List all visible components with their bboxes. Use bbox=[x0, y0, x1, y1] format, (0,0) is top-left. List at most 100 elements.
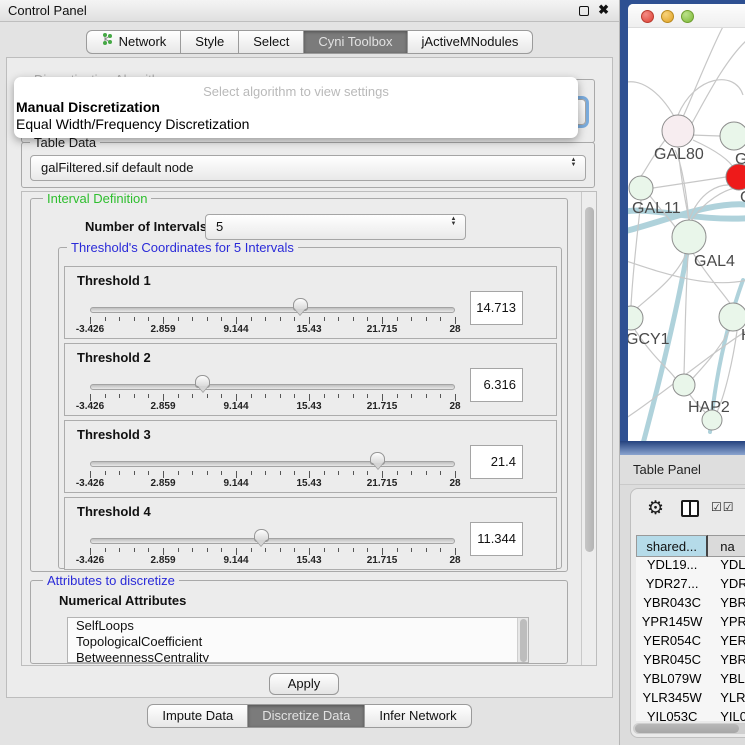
tick-mark bbox=[353, 471, 354, 475]
node-label: GCY1 bbox=[628, 331, 670, 348]
network-node[interactable] bbox=[702, 410, 722, 430]
tab-discretize-data[interactable]: Discretize Data bbox=[248, 704, 365, 728]
list-scrollbar[interactable] bbox=[517, 618, 528, 662]
tick-mark bbox=[382, 471, 383, 478]
tab-style[interactable]: Style bbox=[181, 30, 239, 54]
table-row[interactable]: YIL053CYIL0 bbox=[636, 709, 745, 721]
slider-thumb[interactable] bbox=[293, 298, 308, 310]
tab-jactivemnodules[interactable]: jActiveMNodules bbox=[408, 30, 534, 54]
tab-network[interactable]: Network bbox=[86, 30, 182, 54]
table-cell[interactable]: YLR345W bbox=[636, 690, 708, 709]
tick-mark bbox=[134, 394, 135, 398]
apply-button[interactable]: Apply bbox=[269, 673, 339, 695]
scrollbar-thumb[interactable] bbox=[585, 207, 594, 552]
slider-thumb[interactable] bbox=[370, 452, 385, 464]
network-node-gcy1[interactable] bbox=[628, 306, 643, 330]
table-cell[interactable]: YLR3 bbox=[708, 690, 745, 709]
slider-track[interactable] bbox=[90, 384, 455, 390]
tick-mark bbox=[294, 548, 295, 552]
tick-mark bbox=[148, 548, 149, 552]
horizontal-scrollbar[interactable] bbox=[633, 723, 745, 734]
table-row[interactable]: YLR345WYLR3 bbox=[636, 690, 745, 709]
column-header-name[interactable]: na bbox=[708, 535, 745, 557]
vertical-scrollbar[interactable] bbox=[581, 192, 596, 665]
table-cell[interactable]: YBR043C bbox=[636, 595, 708, 614]
dropdown-option-manual-discretization[interactable]: Manual Discretization bbox=[14, 99, 578, 116]
table-cell[interactable]: YER054C bbox=[636, 633, 708, 652]
table-cell[interactable]: YPR1 bbox=[708, 614, 745, 633]
table-cell[interactable]: YBL079W bbox=[636, 671, 708, 690]
select-columns-icon[interactable]: ☑☑ bbox=[711, 500, 735, 514]
network-node-hap2[interactable] bbox=[673, 374, 695, 396]
list-item[interactable]: BetweennessCentrality bbox=[68, 650, 528, 663]
tab-select[interactable]: Select bbox=[239, 30, 304, 54]
network-node-ga[interactable] bbox=[720, 122, 745, 150]
table-cell[interactable]: YBL0 bbox=[708, 671, 745, 690]
table-row[interactable]: YDR27...YDR2 bbox=[636, 576, 745, 595]
tick-mark bbox=[90, 548, 91, 555]
slider-thumb[interactable] bbox=[254, 529, 269, 541]
threshold-label: Threshold 4 bbox=[77, 504, 151, 519]
mac-zoom-button[interactable] bbox=[681, 10, 694, 23]
table-row[interactable]: YBR043CYBR0 bbox=[636, 595, 745, 614]
table-cell[interactable]: YDL19... bbox=[636, 557, 708, 576]
table-cell[interactable]: YER0 bbox=[708, 633, 745, 652]
network-node-gal4[interactable] bbox=[672, 220, 706, 254]
threshold-value-field[interactable]: 21.4 bbox=[470, 445, 523, 479]
bottom-tabbar: Impute DataDiscretize DataInfer Network bbox=[0, 704, 619, 728]
table-cell[interactable]: YBR0 bbox=[708, 595, 745, 614]
node-table[interactable]: shared... na YDL19...YDL1YDR27...YDR2YBR… bbox=[636, 535, 745, 721]
table-cell[interactable]: YPR145W bbox=[636, 614, 708, 633]
split-columns-icon[interactable] bbox=[681, 500, 699, 517]
table-cell[interactable]: YBR0 bbox=[708, 652, 745, 671]
table-row[interactable]: YDL19...YDL1 bbox=[636, 557, 745, 576]
float-window-icon[interactable] bbox=[579, 6, 589, 16]
list-item[interactable]: TopologicalCoefficient bbox=[68, 634, 528, 650]
tick-mark bbox=[163, 394, 164, 401]
table-cell[interactable]: YIL0 bbox=[708, 709, 745, 721]
tab-cyni-toolbox[interactable]: Cyni Toolbox bbox=[304, 30, 407, 54]
number-of-intervals-combobox[interactable]: 5 ▲▼ bbox=[205, 214, 466, 240]
gear-icon[interactable]: ⚙ bbox=[647, 497, 664, 520]
tab-impute-data[interactable]: Impute Data bbox=[147, 704, 248, 728]
threshold-value-field[interactable]: 11.344 bbox=[470, 522, 523, 556]
network-graph[interactable]: GAL80GACGAL11GAL4GCY1HHAP2 bbox=[628, 28, 745, 450]
table-row[interactable]: YBR045CYBR0 bbox=[636, 652, 745, 671]
table-row[interactable]: YER054CYER0 bbox=[636, 633, 745, 652]
tick-mark bbox=[426, 394, 427, 398]
network-node-c[interactable] bbox=[726, 164, 745, 190]
table-data-combobox[interactable]: galFiltered.sif default node ▲▼ bbox=[30, 155, 586, 181]
list-item[interactable]: SelfLoops bbox=[68, 618, 528, 634]
numerical-attributes-list[interactable]: SelfLoopsTopologicalCoefficientBetweenne… bbox=[67, 617, 529, 663]
network-view-window[interactable]: GAL80GACGAL11GAL4GCY1HHAP2 bbox=[628, 4, 745, 450]
table-row[interactable]: YPR145WYPR1 bbox=[636, 614, 745, 633]
dropdown-option-equal-width-frequency[interactable]: Equal Width/Frequency Discretization bbox=[14, 116, 578, 133]
tick-mark bbox=[148, 394, 149, 398]
tick-label: 21.715 bbox=[367, 478, 398, 489]
tick-mark bbox=[163, 317, 164, 324]
mac-minimize-button[interactable] bbox=[661, 10, 674, 23]
scrollbar-thumb[interactable] bbox=[520, 619, 527, 662]
mac-close-button[interactable] bbox=[641, 10, 654, 23]
network-node-gal11[interactable] bbox=[629, 176, 653, 200]
table-cell[interactable]: YDR27... bbox=[636, 576, 708, 595]
table-cell[interactable]: YDL1 bbox=[708, 557, 745, 576]
column-header-shared-name[interactable]: shared... bbox=[636, 535, 708, 557]
tick-mark bbox=[324, 317, 325, 321]
threshold-value-field[interactable]: 14.713 bbox=[470, 291, 523, 325]
table-cell[interactable]: YDR2 bbox=[708, 576, 745, 595]
slider-thumb[interactable] bbox=[195, 375, 210, 387]
slider-track[interactable] bbox=[90, 461, 455, 467]
network-node-gal80[interactable] bbox=[662, 115, 694, 147]
tick-mark bbox=[105, 394, 106, 398]
table-cell[interactable]: YBR045C bbox=[636, 652, 708, 671]
tick-mark bbox=[105, 317, 106, 321]
threshold-value-field[interactable]: 6.316 bbox=[470, 368, 523, 402]
table-row[interactable]: YBL079WYBL0 bbox=[636, 671, 745, 690]
table-cell[interactable]: YIL053C bbox=[636, 709, 708, 721]
slider-track[interactable] bbox=[90, 538, 455, 544]
close-icon[interactable]: ✖ bbox=[598, 2, 609, 18]
slider-track[interactable] bbox=[90, 307, 455, 313]
scrollbar-thumb[interactable] bbox=[635, 724, 739, 733]
tab-infer-network[interactable]: Infer Network bbox=[365, 704, 471, 728]
